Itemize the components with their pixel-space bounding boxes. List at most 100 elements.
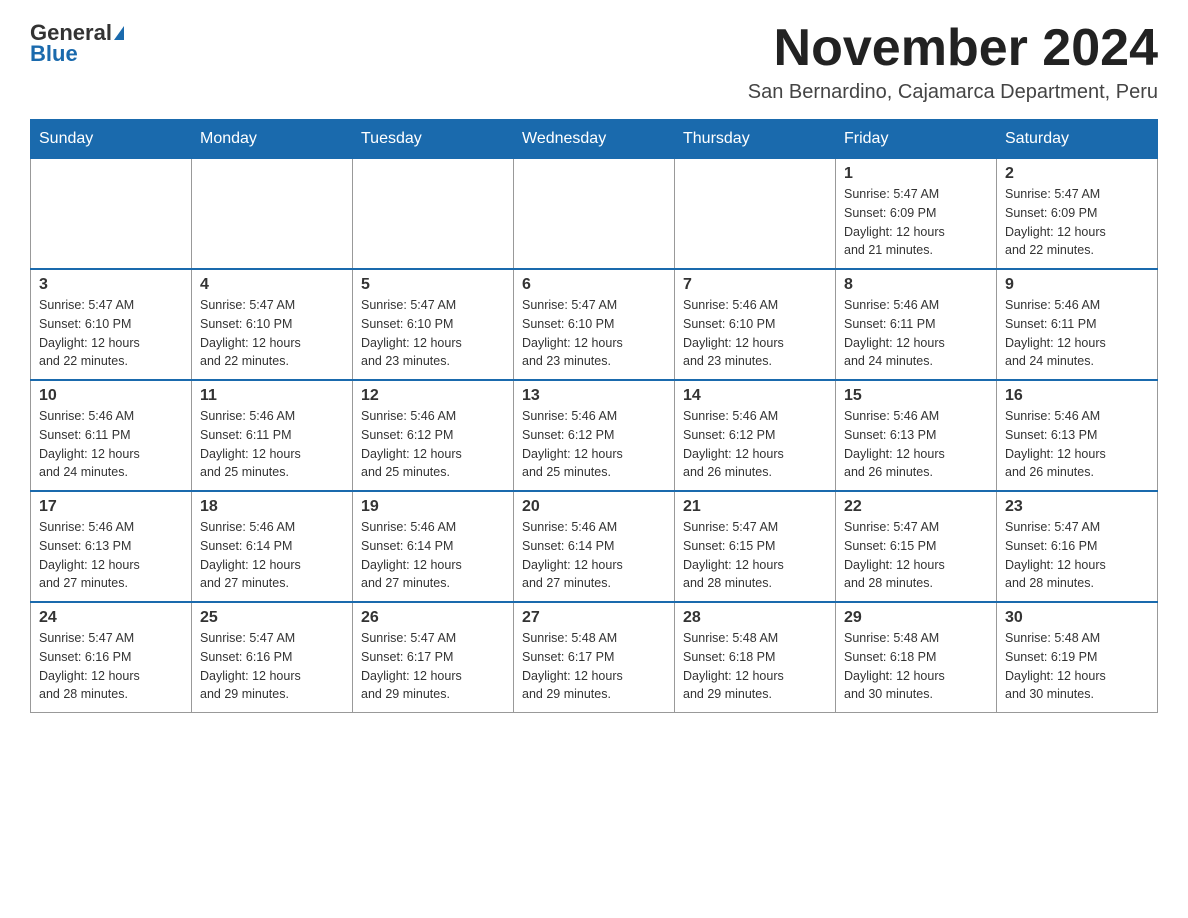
calendar-cell: 25Sunrise: 5:47 AM Sunset: 6:16 PM Dayli…	[192, 602, 353, 713]
day-number: 9	[1005, 276, 1149, 294]
day-info: Sunrise: 5:46 AM Sunset: 6:14 PM Dayligh…	[200, 518, 344, 593]
calendar-cell: 14 Sunrise: 5:46 AM Sunset: 6:12 PM Dayli…	[675, 380, 836, 491]
day-info: Sunrise: 5:46 AM Sunset: 6:11 PM Dayligh…	[844, 296, 988, 371]
day-number: 10	[39, 387, 183, 405]
title-section: November 2024 San Bernardino, Cajamarca …	[748, 20, 1158, 104]
calendar-cell: 30 Sunrise: 5:48 AM Sunset: 6:19 PM Dayli…	[997, 602, 1158, 713]
calendar-cell: 26 Sunrise: 5:47 AM Sunset: 6:17 PM Dayli…	[353, 602, 514, 713]
day-number: 14	[683, 387, 827, 405]
day-number: 2	[1005, 165, 1149, 183]
day-info: Sunrise: 5:48 AM Sunset: 6:18 PM Dayligh…	[844, 629, 988, 704]
day-info: Sunrise: 5:46 AM Sunset: 6:11 PM Dayligh…	[39, 407, 183, 482]
day-number: 13	[522, 387, 666, 405]
week-row-3: 10 Sunrise: 5:46 AM Sunset: 6:11 PM Dayli…	[31, 380, 1158, 491]
calendar-cell: 20 Sunrise: 5:46 AM Sunset: 6:14 PM Dayli…	[514, 491, 675, 602]
logo-triangle-icon	[114, 26, 124, 40]
day-number: 26	[361, 609, 505, 627]
calendar-cell: 2 Sunrise: 5:47 AM Sunset: 6:09 PM Daylig…	[997, 159, 1158, 270]
calendar-cell: 18 Sunrise: 5:46 AM Sunset: 6:14 PM Dayli…	[192, 491, 353, 602]
calendar-cell: 28 Sunrise: 5:48 AM Sunset: 6:18 PM Dayli…	[675, 602, 836, 713]
day-info: Sunrise: 5:46 AM Sunset: 6:14 PM Dayligh…	[522, 518, 666, 593]
logo-blue: Blue	[30, 41, 78, 67]
weekday-header-row: SundayMondayTuesdayWednesdayThursdayFrid…	[31, 120, 1158, 159]
calendar-cell: 10 Sunrise: 5:46 AM Sunset: 6:11 PM Dayli…	[31, 380, 192, 491]
day-number: 11	[200, 387, 344, 405]
weekday-header-monday: Monday	[192, 120, 353, 159]
weekday-header-friday: Friday	[836, 120, 997, 159]
calendar-cell: 6 Sunrise: 5:47 AM Sunset: 6:10 PM Daylig…	[514, 269, 675, 380]
day-info: Sunrise: 5:48 AM Sunset: 6:18 PM Dayligh…	[683, 629, 827, 704]
day-info: Sunrise: 5:47 AM Sunset: 6:17 PM Dayligh…	[361, 629, 505, 704]
weekday-header-thursday: Thursday	[675, 120, 836, 159]
calendar-cell	[353, 159, 514, 270]
calendar-cell: 1 Sunrise: 5:47 AM Sunset: 6:09 PM Daylig…	[836, 159, 997, 270]
calendar-cell: 16 Sunrise: 5:46 AM Sunset: 6:13 PM Dayli…	[997, 380, 1158, 491]
calendar-cell	[514, 159, 675, 270]
week-row-5: 24 Sunrise: 5:47 AM Sunset: 6:16 PM Dayli…	[31, 602, 1158, 713]
page-header: General Blue November 2024 San Bernardin…	[30, 20, 1158, 104]
day-info: Sunrise: 5:48 AM Sunset: 6:19 PM Dayligh…	[1005, 629, 1149, 704]
day-info: Sunrise: 5:47 AM Sunset: 6:10 PM Dayligh…	[200, 296, 344, 371]
calendar-cell: 29 Sunrise: 5:48 AM Sunset: 6:18 PM Dayli…	[836, 602, 997, 713]
calendar-cell: 13 Sunrise: 5:46 AM Sunset: 6:12 PM Dayli…	[514, 380, 675, 491]
day-info: Sunrise: 5:46 AM Sunset: 6:13 PM Dayligh…	[844, 407, 988, 482]
calendar-cell: 3 Sunrise: 5:47 AM Sunset: 6:10 PM Daylig…	[31, 269, 192, 380]
day-number: 28	[683, 609, 827, 627]
day-number: 1	[844, 165, 988, 183]
day-info: Sunrise: 5:46 AM Sunset: 6:13 PM Dayligh…	[39, 518, 183, 593]
calendar-cell: 15 Sunrise: 5:46 AM Sunset: 6:13 PM Dayli…	[836, 380, 997, 491]
calendar-cell: 5 Sunrise: 5:47 AM Sunset: 6:10 PM Daylig…	[353, 269, 514, 380]
day-info: Sunrise: 5:47 AM Sunset: 6:10 PM Dayligh…	[39, 296, 183, 371]
calendar-cell: 22Sunrise: 5:47 AM Sunset: 6:15 PM Dayli…	[836, 491, 997, 602]
day-info: Sunrise: 5:46 AM Sunset: 6:12 PM Dayligh…	[361, 407, 505, 482]
day-number: 29	[844, 609, 988, 627]
weekday-header-wednesday: Wednesday	[514, 120, 675, 159]
calendar-cell: 24 Sunrise: 5:47 AM Sunset: 6:16 PM Dayli…	[31, 602, 192, 713]
calendar-cell: 21 Sunrise: 5:47 AM Sunset: 6:15 PM Dayli…	[675, 491, 836, 602]
logo: General Blue	[30, 20, 124, 67]
day-number: 24	[39, 609, 183, 627]
day-number: 15	[844, 387, 988, 405]
calendar-cell: 11 Sunrise: 5:46 AM Sunset: 6:11 PM Dayli…	[192, 380, 353, 491]
day-number: 30	[1005, 609, 1149, 627]
day-number: 16	[1005, 387, 1149, 405]
day-info: Sunrise: 5:46 AM Sunset: 6:13 PM Dayligh…	[1005, 407, 1149, 482]
calendar-cell: 4Sunrise: 5:47 AM Sunset: 6:10 PM Daylig…	[192, 269, 353, 380]
day-info: Sunrise: 5:47 AM Sunset: 6:09 PM Dayligh…	[844, 185, 988, 260]
calendar-cell	[192, 159, 353, 270]
calendar-cell: 23Sunrise: 5:47 AM Sunset: 6:16 PM Dayli…	[997, 491, 1158, 602]
day-info: Sunrise: 5:47 AM Sunset: 6:10 PM Dayligh…	[361, 296, 505, 371]
calendar-cell	[31, 159, 192, 270]
location-title: San Bernardino, Cajamarca Department, Pe…	[748, 81, 1158, 104]
day-info: Sunrise: 5:46 AM Sunset: 6:14 PM Dayligh…	[361, 518, 505, 593]
day-number: 12	[361, 387, 505, 405]
weekday-header-tuesday: Tuesday	[353, 120, 514, 159]
day-info: Sunrise: 5:47 AM Sunset: 6:09 PM Dayligh…	[1005, 185, 1149, 260]
weekday-header-saturday: Saturday	[997, 120, 1158, 159]
day-info: Sunrise: 5:47 AM Sunset: 6:15 PM Dayligh…	[683, 518, 827, 593]
day-number: 18	[200, 498, 344, 516]
day-info: Sunrise: 5:46 AM Sunset: 6:12 PM Dayligh…	[522, 407, 666, 482]
day-info: Sunrise: 5:46 AM Sunset: 6:12 PM Dayligh…	[683, 407, 827, 482]
day-number: 21	[683, 498, 827, 516]
day-info: Sunrise: 5:47 AM Sunset: 6:16 PM Dayligh…	[39, 629, 183, 704]
day-number: 3	[39, 276, 183, 294]
day-number: 20	[522, 498, 666, 516]
day-info: Sunrise: 5:47 AM Sunset: 6:10 PM Dayligh…	[522, 296, 666, 371]
day-number: 17	[39, 498, 183, 516]
day-number: 22	[844, 498, 988, 516]
calendar-cell: 9 Sunrise: 5:46 AM Sunset: 6:11 PM Daylig…	[997, 269, 1158, 380]
day-number: 5	[361, 276, 505, 294]
day-number: 8	[844, 276, 988, 294]
day-info: Sunrise: 5:47 AM Sunset: 6:16 PM Dayligh…	[1005, 518, 1149, 593]
day-info: Sunrise: 5:46 AM Sunset: 6:11 PM Dayligh…	[1005, 296, 1149, 371]
day-number: 6	[522, 276, 666, 294]
day-number: 27	[522, 609, 666, 627]
calendar-cell: 17 Sunrise: 5:46 AM Sunset: 6:13 PM Dayli…	[31, 491, 192, 602]
weekday-header-sunday: Sunday	[31, 120, 192, 159]
day-info: Sunrise: 5:46 AM Sunset: 6:11 PM Dayligh…	[200, 407, 344, 482]
calendar-cell: 12 Sunrise: 5:46 AM Sunset: 6:12 PM Dayli…	[353, 380, 514, 491]
week-row-4: 17 Sunrise: 5:46 AM Sunset: 6:13 PM Dayli…	[31, 491, 1158, 602]
calendar-cell	[675, 159, 836, 270]
day-info: Sunrise: 5:48 AM Sunset: 6:17 PM Dayligh…	[522, 629, 666, 704]
